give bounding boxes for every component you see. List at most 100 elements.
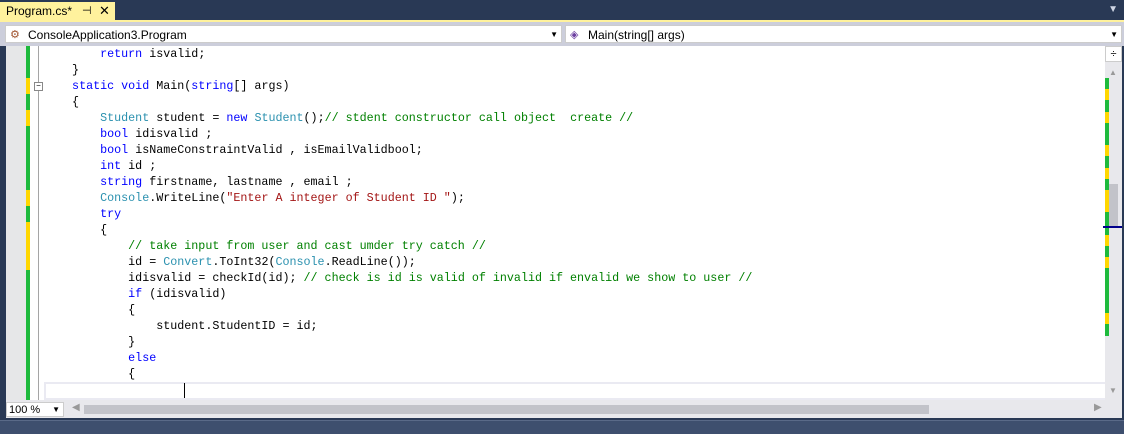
change-mark [26,222,30,238]
scrollbar-change-mark [1105,201,1109,213]
code-line[interactable]: bool isNameConstraintValid , isEmailVali… [44,142,752,158]
type-combo-value: ConsoleApplication3.Program [28,28,187,42]
collapse-icon[interactable]: − [34,82,43,91]
code-token: .ReadLine()); [324,255,416,269]
scroll-left-arrow-icon[interactable]: ◀ [72,402,80,413]
text-caret [184,383,185,398]
member-combo-value: Main(string[] args) [588,28,685,42]
code-line[interactable]: int id ; [44,158,752,174]
code-token: Student [254,111,304,125]
code-line[interactable]: return isvalid; [44,46,752,62]
vertical-scrollbar[interactable]: ÷ ▲ ▼ [1103,46,1122,400]
code-line[interactable]: // take input from user and cast umder t… [44,238,752,254]
code-line[interactable]: } [44,62,752,78]
zoom-combo[interactable]: 100 % ▼ [6,402,64,417]
code-token: Console [275,255,325,269]
code-token: isNameConstraintValid , isEmailValidbool… [135,143,423,157]
chevron-down-icon[interactable]: ▼ [1110,26,1118,44]
code-token: firstname, lastname , email ; [149,175,353,189]
change-mark [26,190,30,206]
change-mark [26,110,30,126]
code-line[interactable]: { [44,302,752,318]
member-combo[interactable]: ◈ Main(string[] args) ▼ [565,25,1122,43]
code-token: student.StudentID = id; [44,319,318,333]
zoom-value: 100 % [9,404,41,416]
code-token: bool [44,143,136,157]
change-mark [26,366,30,382]
type-combo[interactable]: ⚙ ConsoleApplication3.Program ▼ [5,25,562,43]
scroll-right-arrow-icon[interactable]: ▶ [1094,402,1102,413]
code-token: { [44,223,108,237]
code-line[interactable]: { [44,222,752,238]
code-line[interactable]: id = Convert.ToInt32(Console.ReadLine())… [44,254,752,270]
change-mark [26,318,30,334]
code-token: student = [149,111,227,125]
code-token: if [128,287,150,301]
scrollbar-change-mark [1105,156,1109,168]
tab-list-dropdown-icon[interactable]: ▼ [1108,4,1118,15]
chevron-down-icon[interactable]: ▼ [52,403,60,417]
tab-title: Program.cs* [6,4,73,18]
code-line[interactable] [44,382,752,398]
scrollbar-change-mark [1105,302,1109,314]
code-line[interactable]: student.StudentID = id; [44,318,752,334]
code-text[interactable]: return isvalid; } static void Main(strin… [44,46,752,398]
code-line[interactable]: idisvalid = checkId(id); // check is id … [44,270,752,286]
code-line[interactable]: string firstname, lastname , email ; [44,174,752,190]
close-icon[interactable]: ✕ [99,2,110,20]
code-line[interactable]: Student student = new Student();// stden… [44,110,752,126]
code-token: return [44,47,150,61]
code-line[interactable]: try [44,206,752,222]
scrollbar-change-mark [1105,212,1109,224]
change-mark [26,238,30,254]
change-mark [26,142,30,158]
code-line[interactable]: { [44,94,752,110]
pin-icon[interactable]: ⊣ [82,2,92,20]
tab-program-cs[interactable]: Program.cs* ⊣ ✕ [0,2,115,20]
horizontal-scrollbar-thumb[interactable] [84,405,929,414]
change-mark [26,270,30,286]
scrollbar-change-mark [1105,324,1109,336]
scrollbar-change-mark [1105,268,1109,280]
scrollbar-change-mark [1105,122,1109,134]
code-line[interactable]: } [44,334,752,350]
code-line[interactable]: if (idisvalid) [44,286,752,302]
caret-position-marker [1103,226,1122,228]
code-token: "Enter A integer of Student ID " [226,191,451,205]
chevron-down-icon[interactable]: ▼ [550,26,558,44]
code-token: // check is id is valid of invalid if en… [303,271,753,285]
code-token: { [44,95,80,109]
split-window-button[interactable]: ÷ [1105,46,1122,62]
code-token: new [226,111,255,125]
outlining-margin [38,46,39,400]
scrollbar-thumb[interactable] [1109,184,1118,228]
code-line[interactable]: { [44,366,752,382]
change-mark [26,206,30,222]
change-mark [26,334,30,350]
bottom-panel-strip [0,420,1124,434]
scroll-up-arrow-icon[interactable]: ▲ [1109,68,1117,77]
change-mark [26,382,30,400]
scroll-down-arrow-icon[interactable]: ▼ [1109,386,1117,395]
code-token: .WriteLine( [149,191,227,205]
code-token: } [44,63,80,77]
scrollbar-change-mark [1105,234,1109,246]
scrollbar-change-mark [1105,279,1109,291]
code-editor[interactable]: − return isvalid; } static void Main(str… [6,46,1108,400]
code-token: .ToInt32( [212,255,276,269]
code-token: idisvalid ; [135,127,213,141]
scrollbar-change-mark [1105,246,1109,258]
scrollbar-change-mark [1105,111,1109,123]
scrollbar-change-mark [1105,313,1109,325]
code-token: (idisvalid) [149,287,227,301]
code-token: (); [303,111,325,125]
code-line[interactable]: bool idisvalid ; [44,126,752,142]
code-line[interactable]: static void Main(string[] args) [44,78,752,94]
code-line[interactable]: Console.WriteLine("Enter A integer of St… [44,190,752,206]
code-line[interactable]: else [44,350,752,366]
code-token: Console [100,191,150,205]
scrollbar-change-mark [1105,257,1109,269]
code-token: id = [44,255,164,269]
code-token: Convert [163,255,213,269]
code-token: { [44,303,136,317]
